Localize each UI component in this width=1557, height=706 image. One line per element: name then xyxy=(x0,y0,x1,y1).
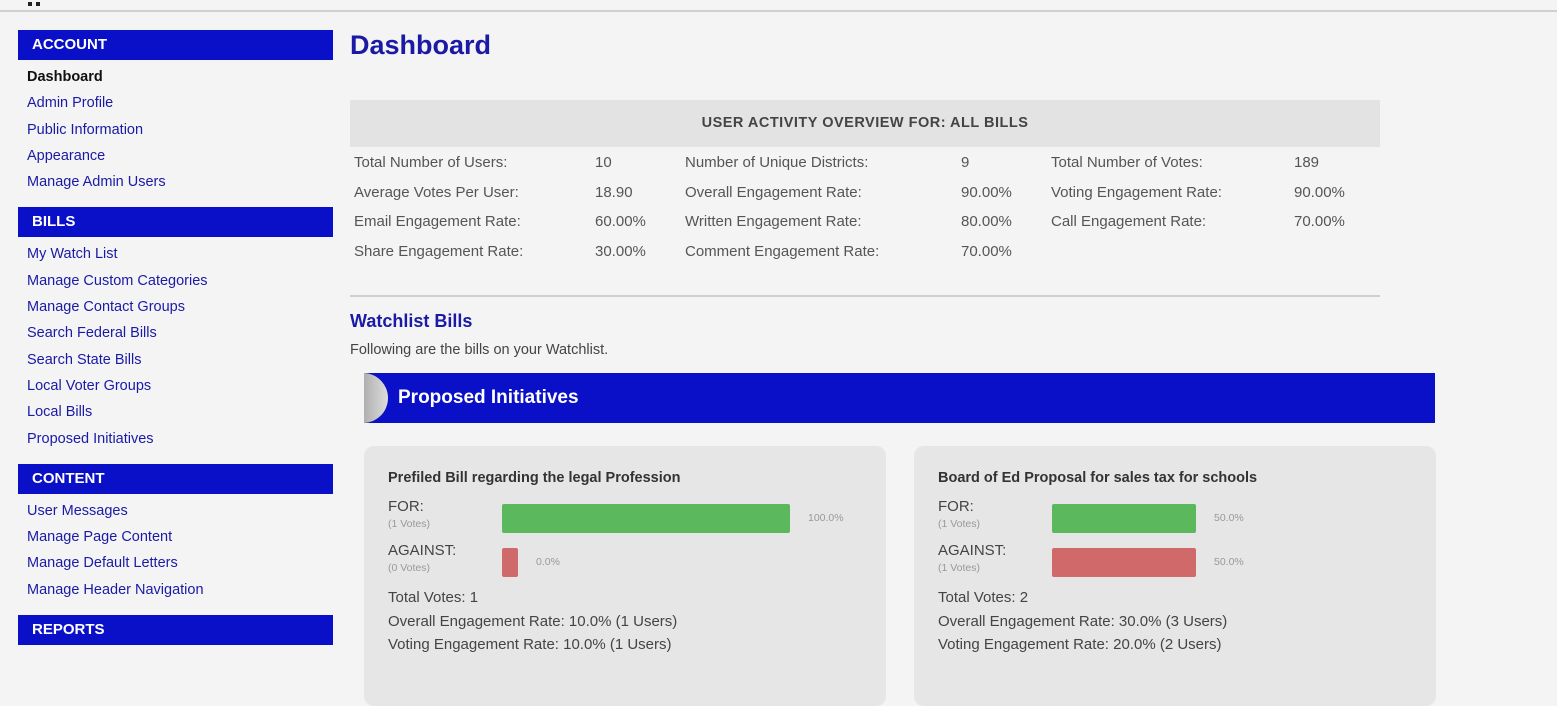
top-divider xyxy=(0,10,1557,12)
against-vote-count: (0 Votes) xyxy=(388,562,431,574)
stat-value: 60.00% xyxy=(595,213,646,230)
stat-label: Number of Unique Districts: xyxy=(685,154,869,171)
stat-label: Average Votes Per User: xyxy=(354,183,519,201)
for-row: FOR: (1 Votes) 50.0% xyxy=(938,498,1436,542)
sidebar-item-local-bills[interactable]: Local Bills xyxy=(18,401,333,427)
stats-grid: Total Number of Users: 10 Number of Unique… xyxy=(354,148,1384,266)
bill-card[interactable]: Prefiled Bill regarding the legal Profes… xyxy=(364,446,886,706)
sidebar-item-search-federal-bills[interactable]: Search Federal Bills xyxy=(18,322,333,348)
overall-engagement: Overall Engagement Rate: 10.0% (1 Users) xyxy=(388,612,678,630)
sidebar: ACCOUNT Dashboard Admin Profile Public Info… xyxy=(18,30,333,661)
sidebar-section-bills: BILLS xyxy=(18,207,333,238)
watchlist-title: Watchlist Bills xyxy=(350,311,473,331)
stat-value: 90.00% xyxy=(1294,183,1345,201)
for-bar xyxy=(502,504,790,533)
against-label: AGAINST: xyxy=(938,542,1007,559)
for-percent: 50.0% xyxy=(1214,512,1244,524)
proposed-initiatives-banner: Proposed Initiatives xyxy=(364,373,1435,423)
sidebar-item-manage-page-content[interactable]: Manage Page Content xyxy=(18,526,333,552)
stat-row: Email Engagement Rate: 60.00% Written Enga… xyxy=(354,207,1384,237)
sidebar-item-local-voter-groups[interactable]: Local Voter Groups xyxy=(18,375,333,401)
banner-label: Proposed Initiatives xyxy=(398,387,579,408)
against-percent: 50.0% xyxy=(1214,556,1244,568)
against-row: AGAINST: (0 Votes) 0.0% xyxy=(388,542,886,586)
against-vote-count: (1 Votes) xyxy=(938,562,981,574)
stat-value: 70.00% xyxy=(961,242,1012,260)
stat-value: 189 xyxy=(1294,154,1320,171)
stat-label: Comment Engagement Rate: xyxy=(685,242,880,260)
stat-value: 80.00% xyxy=(961,213,1012,230)
stat-row: Average Votes Per User: 18.90 Overall Enga… xyxy=(354,178,1384,208)
stat-label: Overall Engagement Rate: xyxy=(685,183,862,201)
overall-engagement: Overall Engagement Rate: 30.0% (3 Users) xyxy=(938,612,1228,630)
total-votes: Total Votes: 2 xyxy=(938,589,1029,606)
against-percent: 0.0% xyxy=(536,556,560,568)
total-votes: Total Votes: 1 xyxy=(388,589,479,606)
stat-label: Share Engagement Rate: xyxy=(354,242,524,260)
bill-title[interactable]: Board of Ed Proposal for sales tax for s… xyxy=(938,470,1436,498)
sidebar-item-user-messages[interactable]: User Messages xyxy=(18,500,333,526)
watchlist-subtitle: Following are the bills on your Watchlis… xyxy=(350,342,609,358)
sidebar-item-manage-custom-categories[interactable]: Manage Custom Categories xyxy=(18,270,333,296)
sidebar-item-manage-admin-users[interactable]: Manage Admin Users xyxy=(18,171,333,197)
bill-title[interactable]: Prefiled Bill regarding the legal Profes… xyxy=(388,470,886,498)
sidebar-item-proposed-initiatives[interactable]: Proposed Initiatives xyxy=(18,428,333,454)
stat-value: 70.00% xyxy=(1294,213,1345,230)
sidebar-item-admin-profile[interactable]: Admin Profile xyxy=(18,92,333,118)
stat-row: Share Engagement Rate: 30.00% Comment Enga… xyxy=(354,237,1384,267)
sidebar-item-manage-contact-groups[interactable]: Manage Contact Groups xyxy=(18,296,333,322)
stat-label: Total Number of Votes: xyxy=(1051,154,1203,171)
logo-icon xyxy=(28,2,32,6)
sidebar-section-reports: REPORTS xyxy=(18,615,333,646)
sidebar-item-appearance[interactable]: Appearance xyxy=(18,145,333,171)
for-label: FOR: xyxy=(938,498,974,515)
for-bar xyxy=(1052,504,1196,533)
stat-label: Voting Engagement Rate: xyxy=(1051,183,1222,201)
sidebar-section-content: CONTENT xyxy=(18,463,333,494)
section-divider xyxy=(350,295,1380,297)
against-label: AGAINST: xyxy=(388,542,457,559)
for-vote-count: (1 Votes) xyxy=(938,518,981,530)
sidebar-section-account: ACCOUNT xyxy=(18,30,333,60)
against-bar xyxy=(502,548,518,577)
sidebar-item-public-information[interactable]: Public Information xyxy=(18,119,333,145)
banner-cap-icon xyxy=(364,373,388,423)
stat-label: Email Engagement Rate: xyxy=(354,213,521,230)
voting-engagement: Voting Engagement Rate: 20.0% (2 Users) xyxy=(938,636,1222,653)
sidebar-item-manage-header-navigation[interactable]: Manage Header Navigation xyxy=(18,579,333,605)
for-vote-count: (1 Votes) xyxy=(388,518,431,530)
stat-value: 30.00% xyxy=(595,242,646,260)
sidebar-item-my-watch-list[interactable]: My Watch List xyxy=(18,243,333,269)
overview-header: USER ACTIVITY OVERVIEW FOR: ALL BILLS xyxy=(350,100,1380,147)
against-row: AGAINST: (1 Votes) 50.0% xyxy=(938,542,1436,586)
voting-engagement: Voting Engagement Rate: 10.0% (1 Users) xyxy=(388,636,672,653)
stat-label: Total Number of Users: xyxy=(354,154,508,171)
page-title: Dashboard xyxy=(350,30,492,60)
for-row: FOR: (1 Votes) 100.0% xyxy=(388,498,886,542)
stat-row: Total Number of Users: 10 Number of Unique… xyxy=(354,148,1384,178)
stat-label: Written Engagement Rate: xyxy=(685,213,862,230)
stat-label: Call Engagement Rate: xyxy=(1051,213,1207,230)
stat-value: 18.90 xyxy=(595,183,633,201)
against-bar xyxy=(1052,548,1196,577)
sidebar-list: Dashboard Admin Profile Public Information… xyxy=(18,66,333,197)
sidebar-item-dashboard[interactable]: Dashboard xyxy=(18,66,333,92)
sidebar-item-manage-default-letters[interactable]: Manage Default Letters xyxy=(18,552,333,578)
stat-value: 90.00% xyxy=(961,183,1012,201)
bill-card[interactable]: Board of Ed Proposal for sales tax for s… xyxy=(914,446,1436,706)
for-label: FOR: xyxy=(388,498,424,515)
stat-value: 10 xyxy=(595,154,612,171)
sidebar-list: My Watch List Manage Custom Categories Man… xyxy=(18,243,333,453)
stat-value: 9 xyxy=(961,154,970,171)
main-content: Dashboard USER ACTIVITY OVERVIEW FOR: AL… xyxy=(350,30,1440,706)
sidebar-list: User Messages Manage Page Content Manage D… xyxy=(18,500,333,605)
for-percent: 100.0% xyxy=(808,512,844,524)
sidebar-item-search-state-bills[interactable]: Search State Bills xyxy=(18,349,333,375)
